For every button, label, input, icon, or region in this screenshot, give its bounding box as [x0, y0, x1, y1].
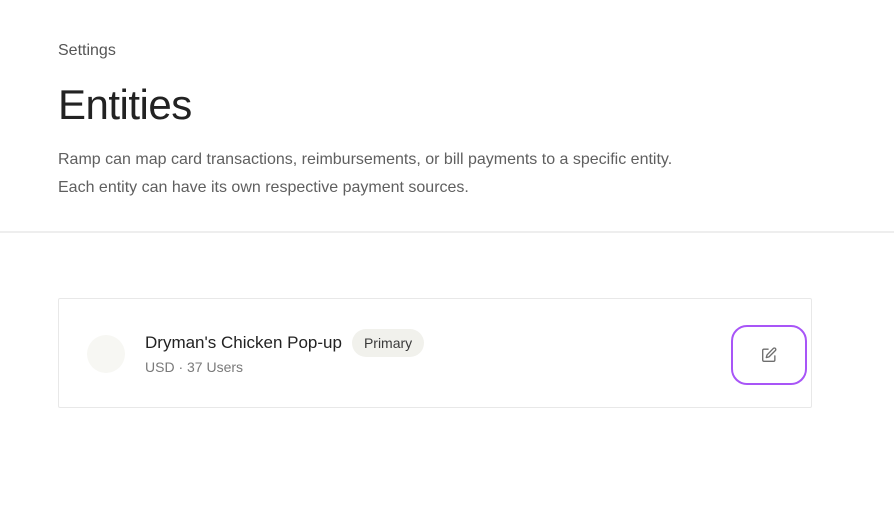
entity-meta: USD · 37 Users — [145, 359, 244, 375]
entity-info: Dryman's Chicken Pop-up Primary USD · 37… — [145, 329, 425, 375]
entity-name-row: Dryman's Chicken Pop-up Primary — [145, 329, 425, 357]
edit-icon — [762, 347, 777, 362]
breadcrumb[interactable]: Settings — [58, 40, 894, 62]
primary-badge: Primary — [351, 329, 425, 357]
header-divider — [0, 231, 894, 233]
entities-settings-page: Settings Entities Ramp can map card tran… — [0, 0, 894, 518]
page-title: Entities — [58, 81, 192, 128]
entity-card[interactable]: Dryman's Chicken Pop-up Primary USD · 37… — [58, 298, 812, 408]
entity-name: Dryman's Chicken Pop-up — [145, 333, 342, 352]
page-header: Settings Entities Ramp can map card tran… — [58, 40, 894, 202]
edit-entity-button[interactable] — [731, 325, 807, 385]
description-line-2: Each entity can have its own respective … — [58, 179, 469, 196]
description-line-1: Ramp can map card transactions, reimburs… — [58, 151, 673, 168]
page-description: Ramp can map card transactions, reimburs… — [58, 146, 818, 202]
entity-avatar — [87, 335, 125, 373]
